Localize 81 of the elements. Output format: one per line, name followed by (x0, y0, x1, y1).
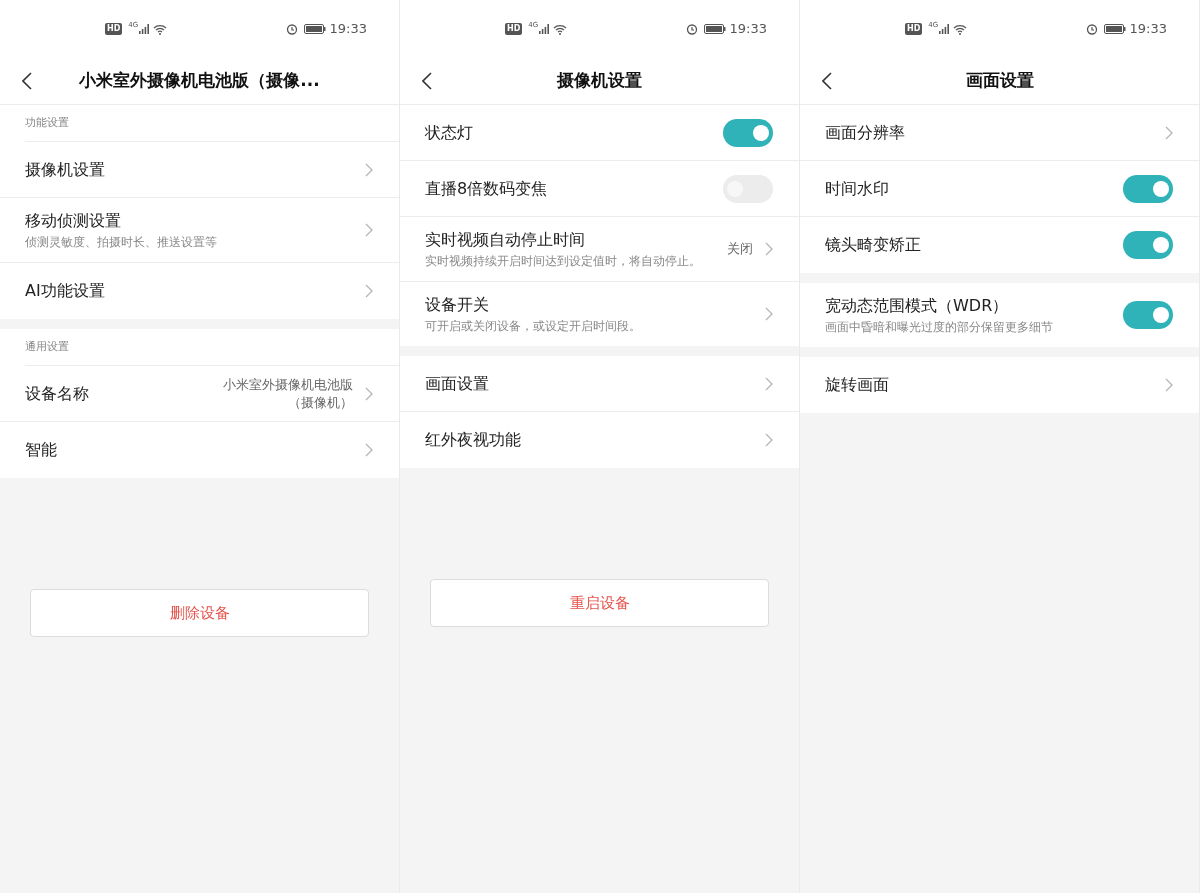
clock-time: 19:33 (1129, 20, 1167, 39)
toggle-switch[interactable] (1123, 174, 1173, 203)
signal-icon (939, 24, 950, 34)
row-value: 小米室外摄像机电池版（摄像机） (222, 375, 353, 412)
battery-icon (703, 24, 726, 34)
settings-row[interactable]: 移动侦测设置 侦测灵敏度、拍摄时长、推送设置等 (0, 198, 399, 263)
settings-row[interactable]: 智能 (0, 422, 399, 478)
settings-row[interactable]: 画面分辨率 (800, 105, 1199, 161)
settings-row[interactable]: 旋转画面 (800, 357, 1199, 413)
row-label: 智能 (25, 439, 58, 461)
chevron-right-icon (1165, 378, 1173, 392)
settings-row[interactable]: 时间水印 (800, 161, 1199, 217)
settings-row[interactable]: 设备开关 可开启或关闭设备，或设定开启时间段。 (400, 282, 799, 346)
row-label: 实时视频自动停止时间 (425, 229, 586, 251)
row-label: 旋转画面 (825, 374, 890, 396)
signal-icon (139, 24, 150, 34)
page-title: 画面设置 (965, 69, 1034, 93)
row-label: AI功能设置 (25, 280, 106, 302)
settings-row[interactable]: AI功能设置 (0, 263, 399, 319)
wifi-icon (553, 23, 568, 35)
chevron-right-icon (365, 284, 373, 298)
page-title: 小米室外摄像机电池版（摄像... (79, 69, 320, 93)
hd-badge: HD (905, 23, 923, 35)
action-button[interactable]: 删除设备 (30, 589, 369, 637)
section-header: 功能设置 (25, 114, 69, 131)
back-icon[interactable] (22, 72, 32, 90)
row-label: 红外夜视功能 (425, 429, 522, 451)
row-label: 移动侦测设置 (25, 210, 122, 232)
row-label: 宽动态范围模式（WDR） (825, 295, 1010, 317)
action-button[interactable]: 重启设备 (430, 579, 769, 627)
chevron-right-icon (1165, 125, 1173, 140)
chevron-right-icon (365, 223, 373, 237)
hd-badge: HD (105, 23, 123, 35)
chevron-right-icon (765, 433, 773, 447)
clock-time: 19:33 (329, 20, 367, 39)
settings-row[interactable]: 摄像机设置 (0, 142, 399, 198)
battery-icon (1103, 24, 1126, 34)
row-label: 画面设置 (425, 372, 490, 395)
row-label: 直播8倍数码变焦 (425, 177, 549, 200)
row-label: 摄像机设置 (25, 158, 106, 181)
row-description: 侦测灵敏度、拍摄时长、推送设置等 (25, 234, 218, 250)
alarm-icon (1085, 23, 1098, 35)
settings-row[interactable]: 状态灯 (400, 105, 799, 161)
toggle-switch[interactable] (1123, 231, 1173, 259)
toggle-switch[interactable] (723, 118, 773, 147)
row-label: 状态灯 (425, 121, 474, 144)
hd-badge: HD (505, 23, 523, 35)
chevron-right-icon (765, 242, 773, 256)
chevron-right-icon (365, 386, 373, 401)
row-value: 关闭 (727, 240, 753, 258)
alarm-icon (285, 23, 298, 35)
row-label: 设备名称 (25, 382, 90, 405)
section-header: 通用设置 (25, 338, 69, 355)
settings-row[interactable]: 设备名称 小米室外摄像机电池版（摄像机） (0, 366, 399, 422)
back-icon[interactable] (822, 72, 832, 90)
row-label: 画面分辨率 (825, 121, 906, 144)
wifi-icon (153, 23, 168, 35)
alarm-icon (685, 23, 698, 35)
signal-icon (539, 24, 550, 34)
chevron-right-icon (765, 376, 773, 391)
settings-row[interactable]: 宽动态范围模式（WDR） 画面中昏暗和曝光过度的部分保留更多细节 (800, 283, 1199, 347)
row-label: 设备开关 (425, 294, 490, 316)
settings-row[interactable]: 直播8倍数码变焦 (400, 161, 799, 217)
settings-row[interactable]: 实时视频自动停止时间 实时视频持续开启时间达到设定值时，将自动停止。 关闭 (400, 217, 799, 282)
row-label: 时间水印 (825, 177, 890, 200)
toggle-switch[interactable] (1123, 301, 1173, 329)
settings-row[interactable]: 红外夜视功能 (400, 412, 799, 468)
chevron-right-icon (365, 443, 373, 457)
battery-icon (303, 24, 326, 34)
clock-time: 19:33 (729, 20, 767, 39)
settings-row[interactable]: 画面设置 (400, 356, 799, 412)
back-icon[interactable] (422, 72, 432, 90)
chevron-right-icon (765, 307, 773, 321)
row-description: 可开启或关闭设备，或设定开启时间段。 (425, 318, 642, 334)
row-description: 实时视频持续开启时间达到设定值时，将自动停止。 (425, 253, 702, 269)
wifi-icon (953, 23, 968, 35)
chevron-right-icon (365, 162, 373, 177)
row-description: 画面中昏暗和曝光过度的部分保留更多细节 (825, 319, 1054, 335)
settings-row[interactable]: 镜头畸变矫正 (800, 217, 1199, 273)
row-label: 镜头畸变矫正 (825, 234, 922, 256)
page-title: 摄像机设置 (557, 69, 642, 93)
